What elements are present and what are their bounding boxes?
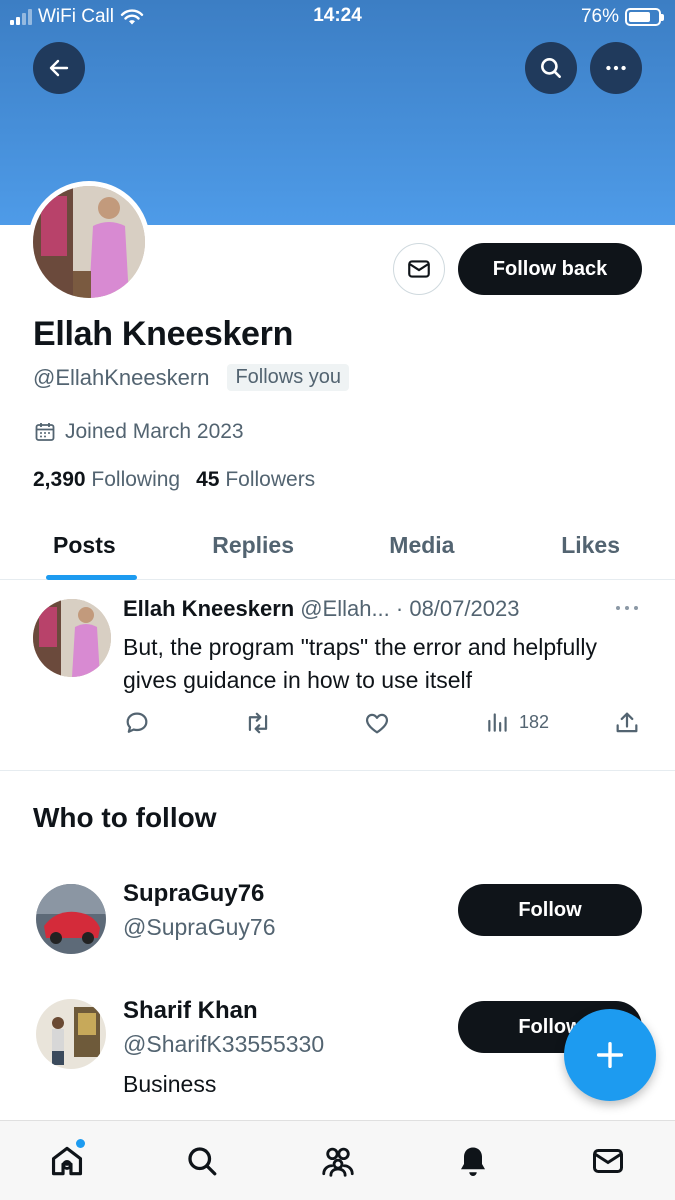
compose-button[interactable]: [564, 1009, 656, 1101]
battery-icon: [625, 8, 664, 26]
more-icon: [616, 606, 638, 610]
more-button[interactable]: [590, 42, 642, 94]
user-handle: @SupraGuy76: [123, 914, 276, 940]
retweet-button[interactable]: [243, 709, 273, 737]
tweet-more-button[interactable]: [614, 593, 640, 619]
like-button[interactable]: [363, 709, 391, 737]
communities-icon: [322, 1147, 354, 1177]
share-icon: [616, 712, 638, 733]
joined-date: Joined March 2023: [65, 420, 244, 443]
nav-home[interactable]: [47, 1139, 87, 1181]
status-bar: WiFi Call 14:24 76%: [0, 0, 675, 36]
active-tab-indicator: [46, 575, 137, 580]
user-avatar[interactable]: [36, 999, 106, 1069]
user-handle: @SharifK33555330: [123, 1031, 325, 1057]
follows-you-badge: Follows you: [227, 364, 350, 391]
tweet-avatar[interactable]: [33, 599, 111, 677]
tab-media[interactable]: Media: [338, 512, 507, 579]
profile-handle: @EllahKneeskern: [33, 364, 210, 390]
user-name: SupraGuy76: [123, 880, 265, 907]
messages-icon: [593, 1149, 623, 1173]
user-avatar-image: [36, 884, 106, 954]
tweet-actions: 182: [123, 709, 643, 739]
suggested-user[interactable]: SupraGuy76 @SupraGuy76 Follow: [0, 870, 675, 970]
search-button[interactable]: [525, 42, 577, 94]
status-right: 76%: [580, 6, 664, 28]
home-unread-dot: [76, 1139, 85, 1148]
profile-tabs: Posts Replies Media Likes: [0, 512, 675, 580]
tab-replies[interactable]: Replies: [169, 512, 338, 579]
tab-likes[interactable]: Likes: [506, 512, 675, 579]
nav-notifications[interactable]: [453, 1141, 493, 1181]
following-label: Following: [91, 468, 181, 491]
followers-link[interactable]: 45 Followers: [196, 468, 315, 492]
views-button[interactable]: 182: [485, 709, 549, 735]
share-button[interactable]: [613, 709, 641, 737]
tweet-avatar-image: [33, 599, 111, 677]
profile-avatar[interactable]: [28, 181, 150, 303]
retweet-icon: [248, 712, 268, 734]
notifications-icon: [461, 1147, 485, 1176]
joined-row: Joined March 2023: [33, 420, 244, 444]
profile-name: Ellah Kneeskern: [33, 315, 294, 353]
tweet-author-name[interactable]: Ellah Kneeskern: [123, 596, 294, 622]
following-link[interactable]: 2,390 Following: [33, 468, 180, 492]
more-icon: [606, 65, 626, 71]
user-avatar[interactable]: [36, 884, 106, 954]
nav-messages[interactable]: [588, 1141, 628, 1181]
follow-button[interactable]: Follow: [458, 884, 642, 936]
nav-communities[interactable]: [318, 1141, 358, 1181]
followers-count: 45: [196, 468, 220, 491]
compose-plus-icon: [596, 1041, 624, 1069]
battery-percent: 76%: [580, 6, 619, 27]
search-icon: [541, 58, 561, 78]
tweet[interactable]: Ellah Kneeskern @Ellah... · 08/07/2023 B…: [0, 581, 675, 771]
user-avatar-image: [36, 999, 106, 1069]
reply-icon: [126, 712, 148, 733]
back-arrow-icon: [49, 59, 69, 77]
views-icon: [488, 713, 507, 732]
nav-explore[interactable]: [182, 1141, 222, 1181]
battery-fill: [629, 12, 651, 22]
bottom-navigation: [0, 1120, 675, 1200]
reply-button[interactable]: [123, 709, 151, 737]
tweet-meta: @Ellah... · 08/07/2023: [300, 596, 520, 621]
followers-label: Followers: [225, 468, 316, 491]
handle-row: @EllahKneeskern Follows you: [33, 364, 350, 391]
avatar-image: [33, 186, 145, 298]
tab-posts[interactable]: Posts: [0, 512, 169, 579]
user-bio: Business: [123, 1071, 217, 1097]
stats-row: 2,390 Following 45 Followers: [33, 468, 315, 492]
calendar-icon: [35, 423, 55, 441]
views-count: 182: [519, 711, 550, 732]
like-icon: [365, 713, 389, 734]
follow-back-button[interactable]: Follow back: [458, 243, 642, 295]
message-button[interactable]: [393, 243, 445, 295]
who-to-follow-title: Who to follow: [33, 802, 217, 833]
explore-icon: [188, 1147, 217, 1176]
user-name: Sharif Khan: [123, 997, 258, 1024]
status-time: 14:24: [313, 5, 362, 26]
tweet-header: Ellah Kneeskern @Ellah... · 08/07/2023: [123, 596, 519, 622]
back-button[interactable]: [33, 42, 85, 94]
tweet-text: But, the program "traps" the error and h…: [123, 634, 598, 693]
envelope-icon: [408, 260, 430, 278]
following-count: 2,390: [33, 468, 86, 491]
